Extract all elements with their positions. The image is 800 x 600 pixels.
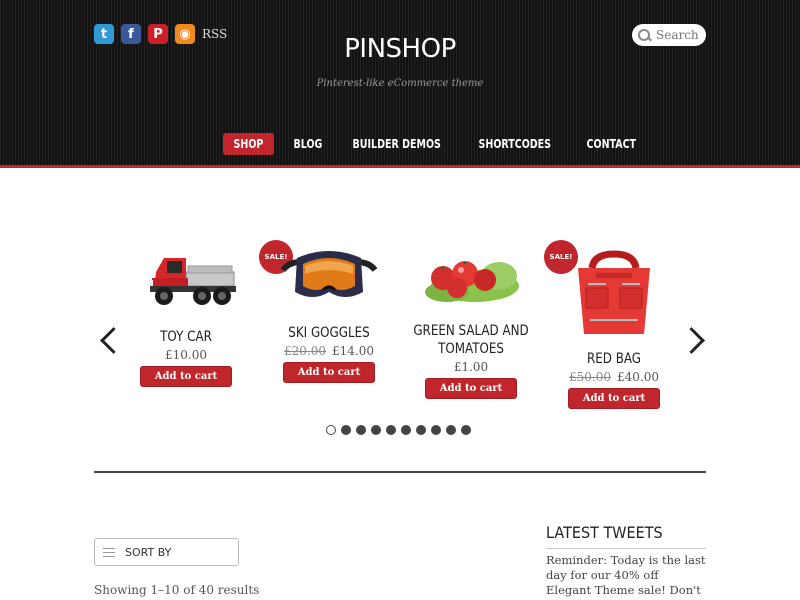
product-title[interactable]: RED BAG bbox=[555, 350, 674, 368]
carousel-dot[interactable] bbox=[356, 425, 366, 435]
add-to-cart-button[interactable]: Add to cart bbox=[139, 366, 233, 387]
add-to-cart-button[interactable]: Add to cart bbox=[424, 378, 518, 399]
carousel-dot[interactable] bbox=[401, 425, 411, 435]
product-image-salad[interactable] bbox=[421, 252, 521, 306]
latest-tweets-heading: LATEST TWEETS bbox=[546, 523, 663, 542]
nav-item-blog[interactable]: BLOG bbox=[283, 133, 333, 155]
sort-by-label: SORT BY bbox=[125, 545, 172, 559]
carousel-dot[interactable] bbox=[446, 425, 456, 435]
add-to-cart-button[interactable]: Add to cart bbox=[282, 362, 376, 383]
heading-divider bbox=[546, 548, 706, 549]
carousel-dot[interactable] bbox=[386, 425, 396, 435]
sort-by-dropdown[interactable]: SORT BY bbox=[94, 538, 239, 566]
carousel-dot[interactable] bbox=[371, 425, 381, 435]
nav-item-builder-demos[interactable]: BUILDER DEMOS bbox=[342, 133, 451, 155]
section-divider bbox=[94, 471, 706, 473]
product-image-ski-goggles[interactable] bbox=[279, 240, 379, 310]
product-card: TOY CAR £10.00 Add to cart bbox=[116, 250, 256, 387]
site-tagline: Pinterest-like eCommerce theme bbox=[316, 78, 484, 89]
carousel-pagination bbox=[326, 425, 476, 435]
product-price: £20.00 £14.00 bbox=[284, 344, 374, 358]
product-title[interactable]: TOY CAR bbox=[127, 328, 246, 346]
menu-icon bbox=[103, 547, 115, 557]
product-title[interactable]: GREEN SALAD AND TOMATOES bbox=[412, 322, 531, 358]
carousel-dot[interactable] bbox=[461, 425, 471, 435]
carousel-dot[interactable] bbox=[326, 425, 336, 435]
product-price: £1.00 bbox=[453, 360, 489, 374]
nav-item-shortcodes[interactable]: SHORTCODES bbox=[468, 133, 562, 155]
main-nav: SHOP BLOG BUILDER DEMOS SHORTCODES CONTA… bbox=[223, 133, 659, 155]
carousel-dot[interactable] bbox=[416, 425, 426, 435]
product-image-red-bag[interactable] bbox=[564, 240, 664, 340]
tweet-text: Reminder: Today is the last day for our … bbox=[546, 553, 706, 600]
carousel-dot[interactable] bbox=[341, 425, 351, 435]
product-price: £10.00 bbox=[165, 348, 207, 362]
product-image-toy-car[interactable] bbox=[134, 250, 238, 312]
result-count: Showing 1–10 of 40 results bbox=[94, 583, 260, 597]
nav-item-shop[interactable]: SHOP bbox=[223, 133, 274, 155]
product-price: £50.00 £40.00 bbox=[569, 370, 659, 384]
site-header: t f P ◉ RSS PINSHOP Pinterest-like eComm… bbox=[0, 0, 800, 168]
carousel-prev-arrow[interactable] bbox=[98, 326, 114, 356]
carousel-next-arrow[interactable] bbox=[684, 326, 700, 356]
nav-item-contact[interactable]: CONTACT bbox=[576, 133, 647, 155]
carousel-dot[interactable] bbox=[431, 425, 441, 435]
product-card: SALE! RED BAG £50.00 £40.00 Add to cart bbox=[544, 240, 684, 409]
product-title[interactable]: SKI GOGGLES bbox=[270, 324, 389, 342]
product-card: SALE! SKI GOGGLES £20.00 £14.00 Add to ca… bbox=[259, 240, 399, 383]
site-logo[interactable]: PINSHOP bbox=[0, 34, 800, 64]
add-to-cart-button[interactable]: Add to cart bbox=[567, 388, 661, 409]
product-card: GREEN SALAD AND TOMATOES £1.00 Add to ca… bbox=[401, 252, 541, 399]
